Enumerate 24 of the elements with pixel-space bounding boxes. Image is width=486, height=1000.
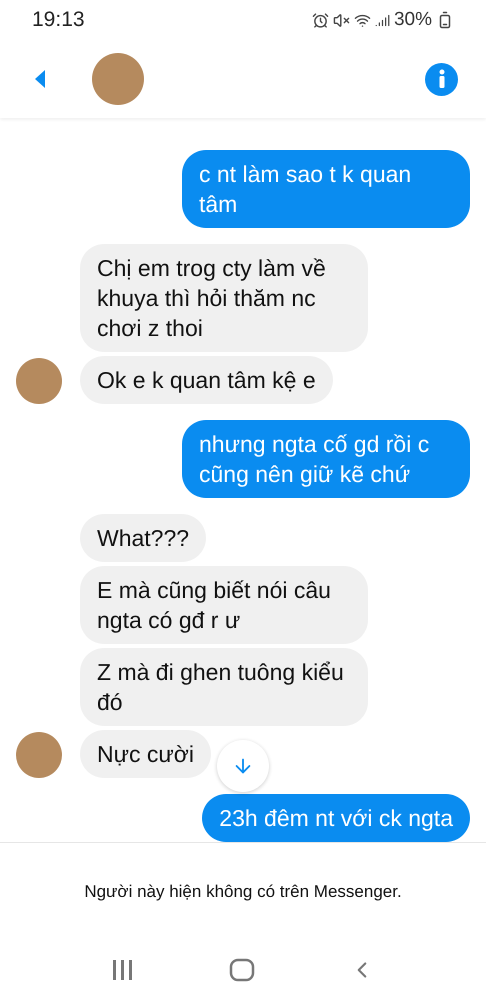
message-bubble: Chị em trog cty làm về khuya thì hỏi thăm nc chơi z thoi [80,244,368,352]
contact-avatar [92,53,144,105]
alarm-icon [312,12,329,28]
scroll-down-button[interactable] [217,740,269,792]
clock-time: 19:13 [32,7,85,34]
back-icon [34,69,46,89]
contact-avatar [16,732,62,778]
notice-text: Người này hiện không có trên Messenger. [84,880,402,903]
battery-percent: 30% [394,8,432,32]
message-bubble: 23h đêm nt với ck ngta [202,794,470,842]
contact-avatar [16,358,62,404]
info-button[interactable] [425,62,458,96]
message-bubble: Ok e k quan tâm kệ e [80,356,333,404]
message-bubble: What??? [80,514,206,562]
recent-apps-icon[interactable] [111,959,135,981]
signal-icon [374,12,390,28]
mute-icon [332,12,350,28]
info-icon [438,69,446,89]
home-icon[interactable] [229,958,255,982]
message-bubble: Nực cười [80,730,211,778]
message-bubble: nhưng ngta cố gd rồi c cũng nên giữ kẽ chứ [182,420,470,498]
message-bubble: Z mà đi ghen tuông kiểu đó [80,648,368,726]
message-bubble: E mà cũng biết nói câu ngta có gđ r ư [80,566,368,644]
message-bubble: c nt làm sao t k quan tâm [182,150,470,228]
